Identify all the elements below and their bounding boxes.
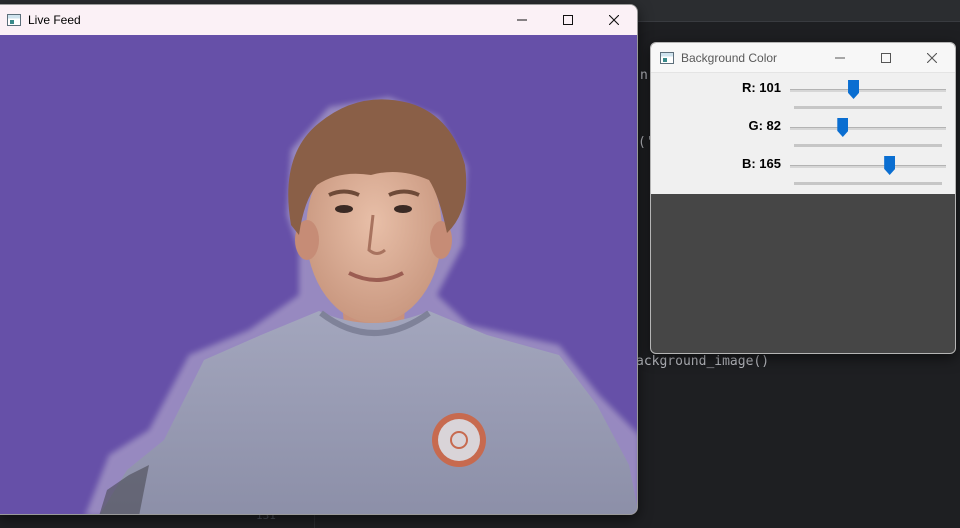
minimize-button[interactable] bbox=[499, 5, 545, 35]
red-slider-track[interactable] bbox=[790, 89, 946, 92]
live-feed-window[interactable]: Live Feed bbox=[0, 4, 638, 515]
window-title: Background Color bbox=[681, 50, 778, 65]
live-feed-titlebar[interactable]: Live Feed bbox=[0, 5, 637, 35]
window-title: Live Feed bbox=[28, 13, 81, 27]
green-slider-label: G: 82 bbox=[748, 118, 781, 133]
background-color-titlebar[interactable]: Background Color bbox=[651, 43, 955, 73]
maximize-button[interactable] bbox=[863, 43, 909, 72]
background-color-window[interactable]: Background Color R: 101 G: 82 B: 165 bbox=[650, 42, 956, 354]
maximize-icon bbox=[881, 52, 891, 63]
red-slider-label: R: 101 bbox=[741, 80, 781, 95]
minimize-icon bbox=[517, 19, 527, 21]
maximize-icon bbox=[563, 15, 573, 25]
red-slider-thumb[interactable] bbox=[848, 80, 860, 99]
minimize-button[interactable] bbox=[817, 43, 863, 72]
code-line[interactable]: ackground_image() bbox=[636, 354, 769, 369]
close-button[interactable] bbox=[591, 5, 637, 35]
person-silhouette bbox=[85, 97, 637, 514]
trackbar-panel: R: 101 G: 82 B: 165 bbox=[651, 73, 955, 194]
camera-feed bbox=[0, 35, 637, 514]
blue-slider-row: B: 165 bbox=[651, 153, 955, 189]
green-slider-row: G: 82 bbox=[651, 115, 955, 151]
code-line[interactable]: n bbox=[640, 68, 648, 83]
blue-slider-label: B: 165 bbox=[741, 156, 781, 171]
app-window-icon bbox=[660, 51, 674, 64]
app-window-icon bbox=[7, 14, 21, 26]
close-icon bbox=[927, 52, 937, 63]
close-button[interactable] bbox=[909, 43, 955, 72]
close-icon bbox=[609, 15, 619, 25]
green-slider-ticks bbox=[794, 144, 942, 147]
blue-slider-thumb[interactable] bbox=[884, 156, 896, 175]
blue-slider-track[interactable] bbox=[790, 165, 946, 168]
minimize-icon bbox=[835, 57, 845, 58]
blue-slider-ticks bbox=[794, 182, 942, 185]
red-slider-row: R: 101 bbox=[651, 77, 955, 113]
green-slider-thumb[interactable] bbox=[837, 118, 849, 137]
green-slider-track[interactable] bbox=[790, 127, 946, 130]
red-slider-ticks bbox=[794, 106, 942, 109]
maximize-button[interactable] bbox=[545, 5, 591, 35]
